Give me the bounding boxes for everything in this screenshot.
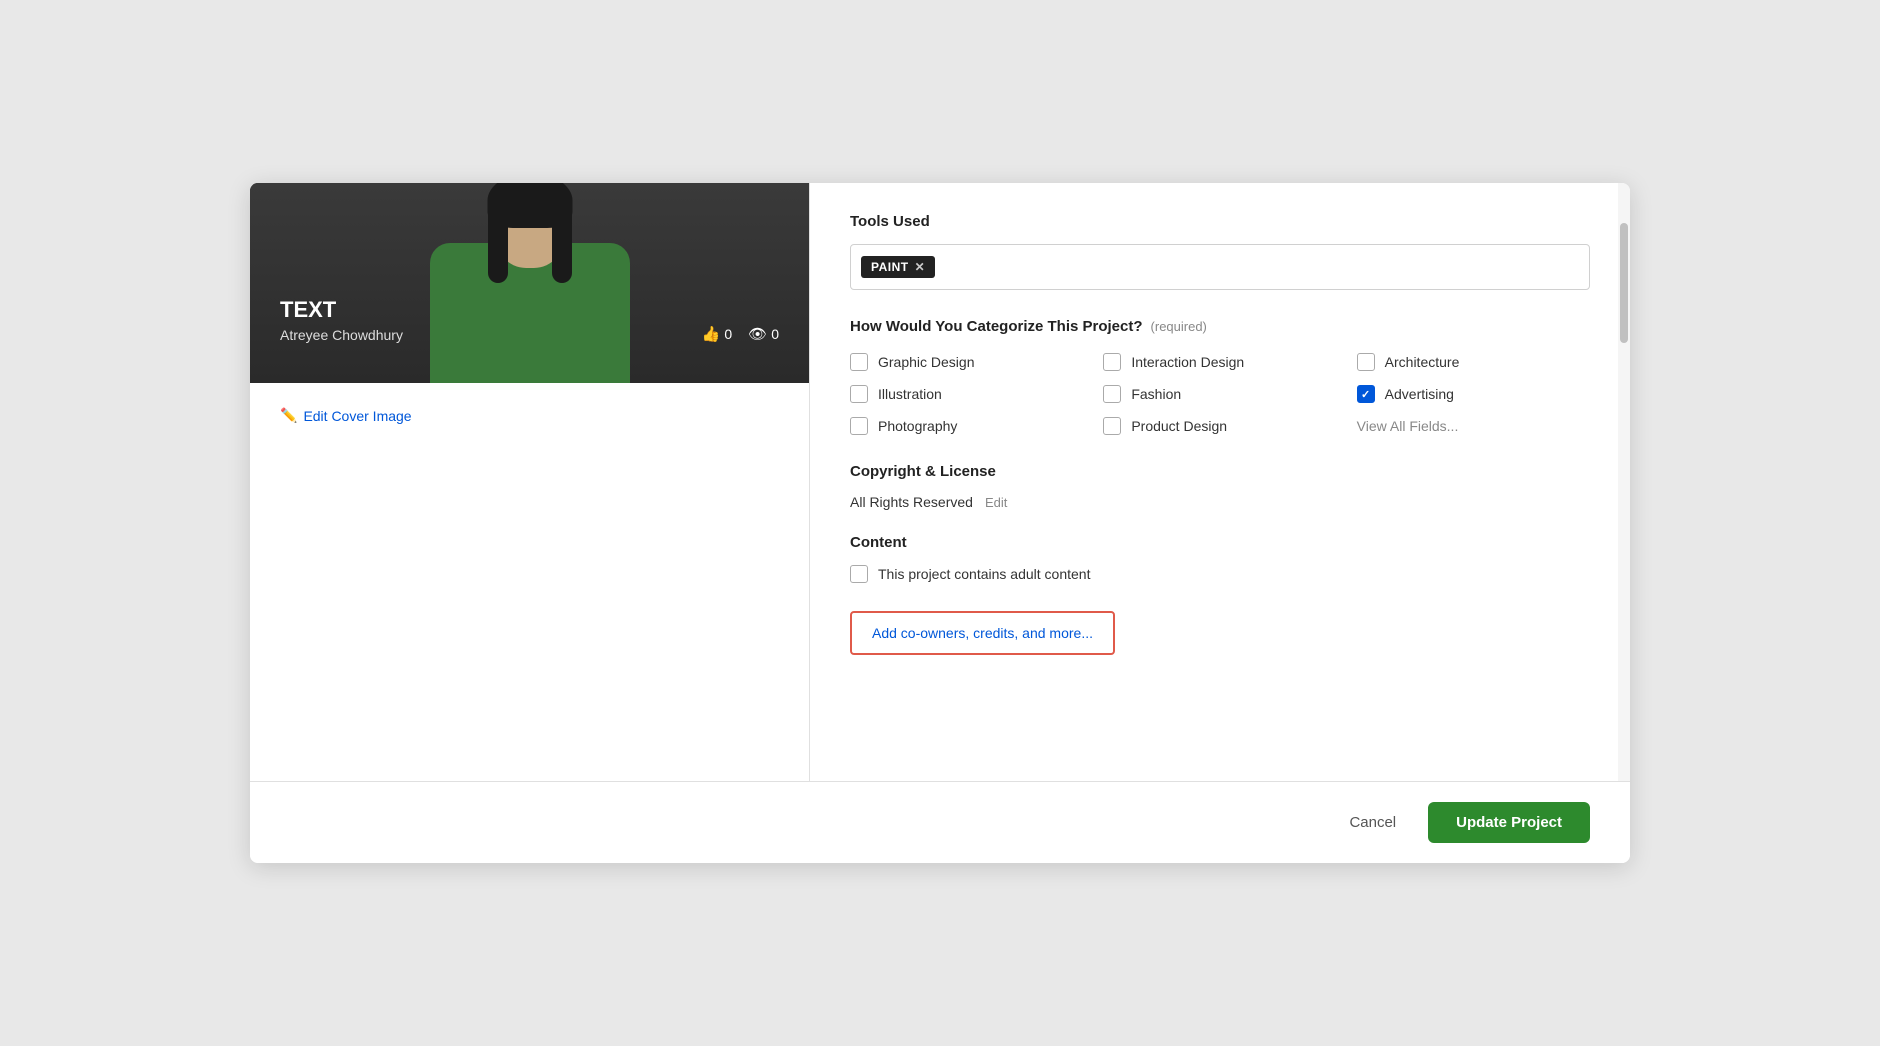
checkbox-illustration[interactable] [850,385,868,403]
category-advertising[interactable]: Advertising [1357,385,1590,403]
category-product-design[interactable]: Product Design [1103,417,1336,435]
categorize-header: How Would You Categorize This Project? (… [850,318,1590,335]
cover-stats: 👍 0 👁 0 [702,325,779,343]
view-all-fields[interactable]: View All Fields... [1357,417,1590,435]
checkbox-advertising[interactable] [1357,385,1375,403]
remove-paint-button[interactable]: ✕ [915,260,926,274]
category-label-advertising: Advertising [1385,386,1454,402]
cover-overlay-text: TEXT Atreyee Chowdhury [280,297,403,343]
scrollbar[interactable] [1618,183,1630,781]
checkbox-graphic-design[interactable] [850,353,868,371]
views-stat: 👁 0 [748,325,779,343]
checkbox-fashion[interactable] [1103,385,1121,403]
likes-stat: 👍 0 [702,325,732,343]
checkbox-photography[interactable] [850,417,868,435]
modal-footer: Cancel Update Project [250,782,1630,863]
modal-body: TEXT Atreyee Chowdhury 👍 0 👁 0 [250,183,1630,782]
copyright-row: All Rights Reserved Edit [850,494,1590,510]
checkbox-interaction-design[interactable] [1103,353,1121,371]
edit-project-modal: TEXT Atreyee Chowdhury 👍 0 👁 0 [250,183,1630,863]
project-label: TEXT [280,297,403,323]
edit-cover-button[interactable]: ✏️ Edit Cover Image [250,383,809,424]
tools-input-area[interactable]: PAINT ✕ [850,244,1590,290]
copyright-value: All Rights Reserved [850,494,973,510]
paint-tag: PAINT ✕ [861,256,935,278]
category-fashion[interactable]: Fashion [1103,385,1336,403]
author-name: Atreyee Chowdhury [280,327,403,343]
category-label-architecture: Architecture [1385,354,1460,370]
category-label-product-design: Product Design [1131,418,1227,434]
thumb-icon: 👍 [702,325,721,343]
paint-tag-label: PAINT [871,260,909,274]
checkbox-product-design[interactable] [1103,417,1121,435]
category-interaction-design[interactable]: Interaction Design [1103,353,1336,371]
checkbox-architecture[interactable] [1357,353,1375,371]
category-architecture[interactable]: Architecture [1357,353,1590,371]
category-label-interaction-design: Interaction Design [1131,354,1244,370]
category-label-graphic-design: Graphic Design [878,354,975,370]
view-all-link[interactable]: View All Fields... [1357,418,1459,434]
pencil-icon: ✏️ [280,407,297,424]
cover-image-area: TEXT Atreyee Chowdhury 👍 0 👁 0 [250,183,809,383]
required-label: (required) [1151,319,1207,334]
content-section: Content This project contains adult cont… [850,534,1590,583]
categories-grid: Graphic Design Interaction Design Archit… [850,353,1590,435]
cancel-button[interactable]: Cancel [1333,804,1412,841]
scrollbar-thumb[interactable] [1620,223,1628,343]
category-illustration[interactable]: Illustration [850,385,1083,403]
copyright-section: Copyright & License All Rights Reserved … [850,463,1590,510]
adult-content-row[interactable]: This project contains adult content [850,565,1590,583]
tools-section-title: Tools Used [850,213,1590,230]
copyright-edit-button[interactable]: Edit [985,495,1007,510]
category-label-photography: Photography [878,418,957,434]
category-label-fashion: Fashion [1131,386,1181,402]
right-panel: Tools Used PAINT ✕ How Would You Categor… [810,183,1630,781]
update-project-button[interactable]: Update Project [1428,802,1590,843]
left-panel: TEXT Atreyee Chowdhury 👍 0 👁 0 [250,183,810,781]
copyright-title: Copyright & License [850,463,1590,480]
category-label-illustration: Illustration [878,386,942,402]
checkbox-adult-content[interactable] [850,565,868,583]
category-photography[interactable]: Photography [850,417,1083,435]
add-coowners-button[interactable]: Add co-owners, credits, and more... [850,611,1115,655]
categorize-title: How Would You Categorize This Project? [850,318,1143,335]
adult-content-label: This project contains adult content [878,566,1090,582]
category-graphic-design[interactable]: Graphic Design [850,353,1083,371]
content-title: Content [850,534,1590,551]
eye-icon: 👁 [748,325,767,343]
